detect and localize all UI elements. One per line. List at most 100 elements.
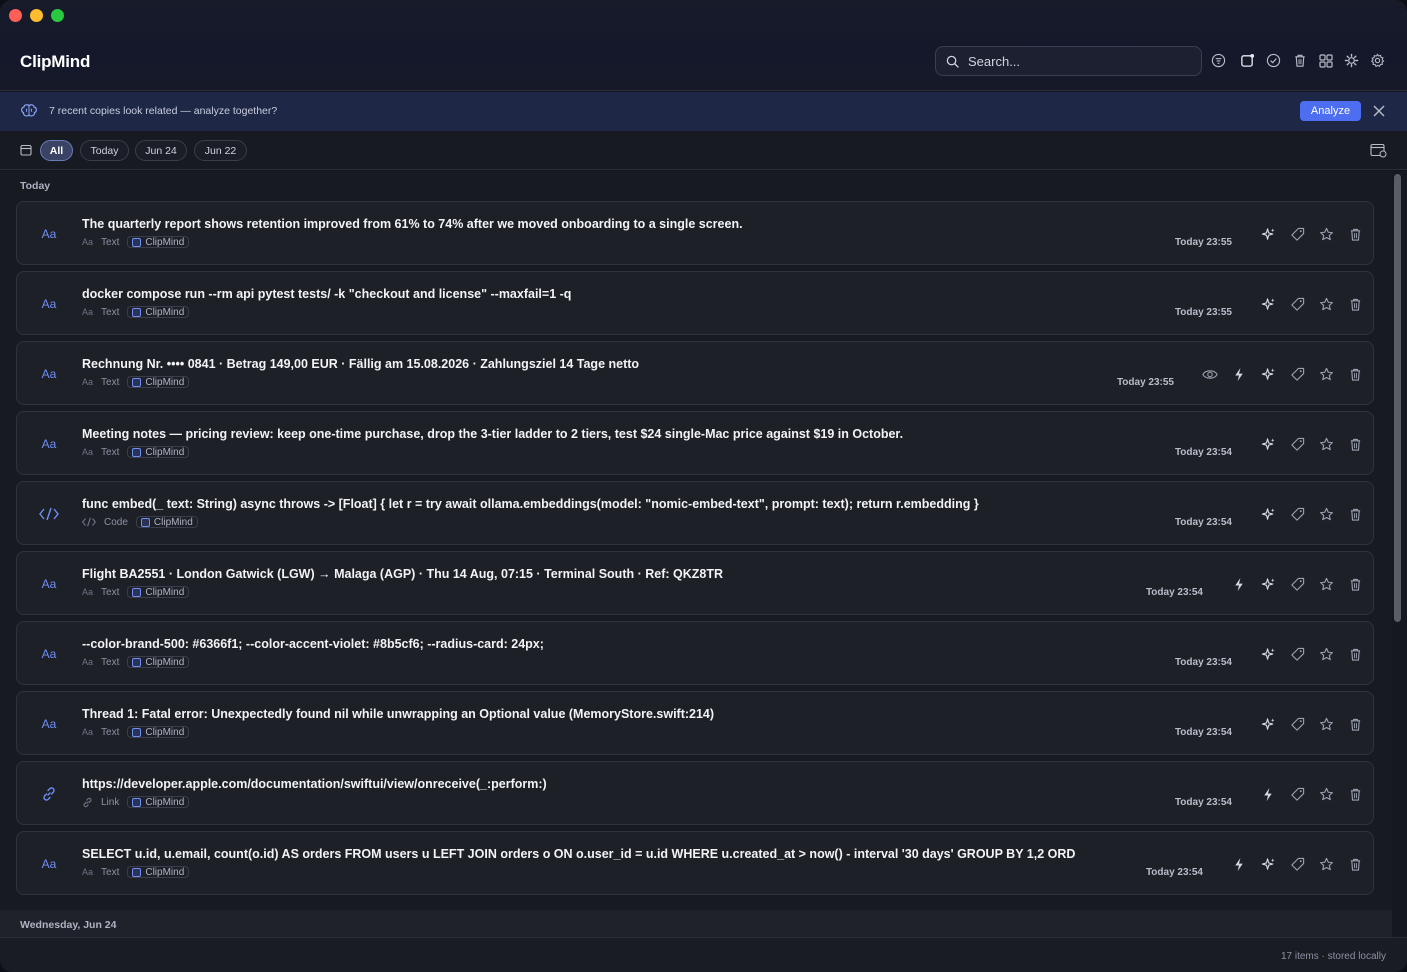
source-app-label: ClipMind — [145, 586, 185, 598]
source-app-tag: ClipMind — [127, 236, 190, 248]
trash-icon[interactable] — [1347, 506, 1363, 522]
star-icon[interactable] — [1318, 856, 1334, 872]
ai-sparkle-icon[interactable] — [1260, 856, 1276, 872]
star-icon[interactable] — [1318, 296, 1334, 312]
search-input[interactable] — [968, 53, 1178, 69]
settings-gear-icon[interactable] — [1369, 52, 1386, 69]
clip-meta: Aa Text ClipMind — [82, 376, 190, 388]
tag-icon[interactable] — [1289, 786, 1305, 802]
trash-icon[interactable] — [1347, 646, 1363, 662]
star-icon[interactable] — [1318, 716, 1334, 732]
filter-chip-all[interactable]: All — [40, 140, 73, 161]
star-icon[interactable] — [1318, 226, 1334, 242]
app-icon — [132, 587, 142, 597]
calendar-icon[interactable] — [20, 144, 32, 156]
clip-timestamp: Today 23:54 — [1174, 727, 1232, 738]
minimize-window-button[interactable] — [30, 9, 43, 22]
clip-card[interactable]: https://developer.apple.com/documentatio… — [16, 761, 1374, 825]
star-icon[interactable] — [1318, 576, 1334, 592]
tag-icon[interactable] — [1289, 716, 1305, 732]
filter-list-icon[interactable] — [1210, 52, 1227, 69]
source-app-label: ClipMind — [145, 656, 185, 668]
ai-sparkle-icon[interactable] — [1260, 436, 1276, 452]
source-app-tag: ClipMind — [135, 516, 198, 528]
clip-title: --color-brand-500: #6366f1; --color-acce… — [82, 637, 544, 651]
clip-card[interactable]: Aa Thread 1: Fatal error: Unexpectedly fo… — [16, 691, 1374, 755]
trash-icon[interactable] — [1347, 786, 1363, 802]
tag-icon[interactable] — [1289, 436, 1305, 452]
clip-actions — [1260, 226, 1363, 242]
ai-sparkle-icon[interactable] — [1260, 366, 1276, 382]
trash-icon[interactable] — [1347, 856, 1363, 872]
sparkle-gear-icon[interactable] — [1343, 52, 1360, 69]
filter-chip-jun-24[interactable]: Jun 24 — [135, 140, 187, 161]
bolt-icon[interactable] — [1231, 856, 1247, 872]
section-header-jun-24: Wednesday, Jun 24 — [20, 919, 117, 931]
close-window-button[interactable] — [9, 9, 22, 22]
star-icon[interactable] — [1318, 506, 1334, 522]
clip-meta: Aa Text ClipMind — [82, 656, 190, 668]
clip-card[interactable]: Aa --color-brand-500: #6366f1; --color-ac… — [16, 621, 1374, 685]
tag-icon[interactable] — [1289, 646, 1305, 662]
trash-icon[interactable] — [1347, 716, 1363, 732]
analyze-button[interactable]: Analyze — [1300, 101, 1361, 121]
clip-type-label: Code — [104, 516, 128, 528]
tag-icon[interactable] — [1289, 366, 1305, 382]
ai-sparkle-icon[interactable] — [1260, 576, 1276, 592]
clip-meta: Aa Text ClipMind — [82, 446, 190, 458]
ai-sparkle-icon[interactable] — [1260, 226, 1276, 242]
bolt-icon[interactable] — [1260, 786, 1276, 802]
scrollbar[interactable] — [1392, 171, 1407, 937]
source-app-tag: ClipMind — [127, 586, 190, 598]
clip-timestamp: Today 23:54 — [1174, 447, 1232, 458]
small-type-icon: Aa — [82, 446, 94, 457]
trash-icon[interactable] — [1347, 366, 1363, 382]
filter-chip-today[interactable]: Today — [80, 140, 129, 161]
view-options-icon[interactable] — [1370, 143, 1387, 158]
source-app-label: ClipMind — [145, 796, 185, 808]
trash-icon[interactable] — [1291, 52, 1308, 69]
star-icon[interactable] — [1318, 786, 1334, 802]
clip-card[interactable]: Aa docker compose run --rm api pytest tes… — [16, 271, 1374, 335]
trash-icon[interactable] — [1347, 576, 1363, 592]
clip-card[interactable]: Aa Meeting notes — pricing review: keep o… — [16, 411, 1374, 475]
ai-sparkle-icon[interactable] — [1260, 646, 1276, 662]
clip-title: The quarterly report shows retention imp… — [82, 217, 743, 231]
zoom-window-button[interactable] — [51, 9, 64, 22]
preview-eye-icon[interactable] — [1202, 366, 1218, 382]
source-app-tag: ClipMind — [127, 866, 190, 878]
source-app-label: ClipMind — [145, 446, 185, 458]
trash-icon[interactable] — [1347, 296, 1363, 312]
tag-icon[interactable] — [1289, 856, 1305, 872]
clip-card[interactable]: Aa SELECT u.id, u.email, count(o.id) AS o… — [16, 831, 1374, 895]
bolt-icon[interactable] — [1231, 576, 1247, 592]
ai-sparkle-icon[interactable] — [1260, 716, 1276, 732]
star-icon[interactable] — [1318, 436, 1334, 452]
clip-card[interactable]: Aa The quarterly report shows retention i… — [16, 201, 1374, 265]
scrollbar-thumb[interactable] — [1394, 174, 1401, 622]
clip-card[interactable]: func embed(_ text: String) async throws … — [16, 481, 1374, 545]
trash-icon[interactable] — [1347, 226, 1363, 242]
new-window-icon[interactable] — [1239, 52, 1256, 69]
tag-icon[interactable] — [1289, 296, 1305, 312]
clip-card[interactable]: Aa Flight BA2551 · London Gatwick (LGW) →… — [16, 551, 1374, 615]
ai-sparkle-icon[interactable] — [1260, 296, 1276, 312]
small-type-icon: Aa — [82, 306, 94, 317]
ai-sparkle-icon[interactable] — [1260, 506, 1276, 522]
tag-icon[interactable] — [1289, 226, 1305, 242]
star-icon[interactable] — [1318, 646, 1334, 662]
clip-card[interactable]: Aa Rechnung Nr. •••• 0841 · Betrag 149,00… — [16, 341, 1374, 405]
search-box[interactable] — [935, 46, 1202, 76]
clip-actions — [1260, 716, 1363, 732]
tag-icon[interactable] — [1289, 576, 1305, 592]
section-header-today: Today — [20, 180, 51, 192]
clip-timestamp: Today 23:54 — [1174, 797, 1232, 808]
close-icon[interactable] — [1372, 104, 1386, 118]
trash-icon[interactable] — [1347, 436, 1363, 452]
grid-icon[interactable] — [1317, 52, 1334, 69]
filter-chip-jun-22[interactable]: Jun 22 — [194, 140, 247, 161]
tag-icon[interactable] — [1289, 506, 1305, 522]
star-icon[interactable] — [1318, 366, 1334, 382]
check-circle-icon[interactable] — [1265, 52, 1282, 69]
bolt-icon[interactable] — [1231, 366, 1247, 382]
